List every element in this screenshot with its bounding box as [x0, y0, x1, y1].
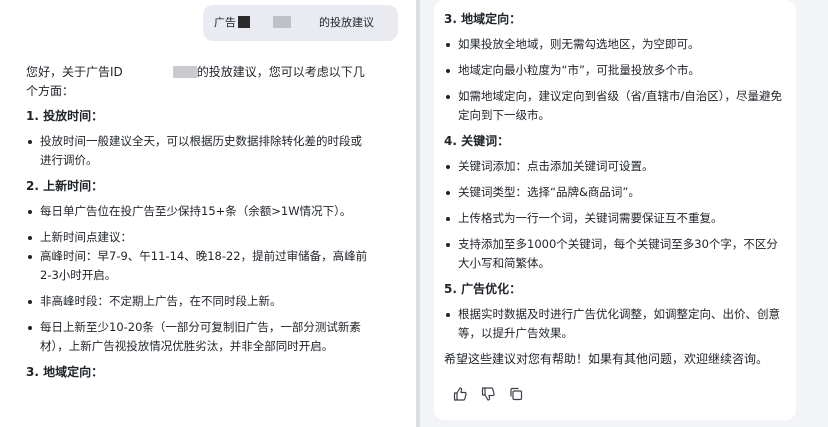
user-message-bubble: 广告 的投放建议 — [203, 5, 398, 41]
list-item: 上新时间点建议： — [26, 228, 370, 247]
list-item: 每日上新至少10-20条（一部分可复制旧广告，一部分测试新素材），上新广告视投放… — [26, 318, 370, 356]
section-heading: 5. 广告优化： — [444, 282, 522, 296]
section-heading: 4. 关键词： — [444, 134, 510, 148]
copy-icon[interactable] — [508, 386, 524, 402]
reply-intro: 您好，关于广告ID 的投放建议，您可以考虑以下几个方面： — [26, 63, 370, 101]
section-heading: 3. 地域定向： — [26, 365, 104, 379]
section-heading: 2. 上新时间： — [26, 179, 104, 193]
list-item: 投放时间一般建议全天，可以根据历史数据排除转化差的时段或进行调价。 — [26, 132, 370, 170]
bullet-list: 如果投放全地域，则无需勾选地区，为空即可。 地域定向最小粒度为“市”，可批量投放… — [444, 35, 786, 125]
left-chat-pane: 广告 的投放建议 您好，关于广告ID 的投放建议，您可以考虑以下几个方面： 1. 投… — [0, 0, 416, 427]
assistant-reply-card-continued: 3. 地域定向： 如果投放全地域，则无需勾选地区，为空即可。 地域定向最小粒度为… — [434, 0, 796, 420]
list-item: 关键词类型：选择“品牌&商品词”。 — [444, 183, 786, 202]
list-item: 地域定向最小粒度为“市”，可批量投放多个市。 — [444, 61, 786, 80]
bullet-list: 根据实时数据及时进行广告优化调整，如调整定向、出价、创意等，以提升广告效果。 — [444, 305, 786, 343]
user-message-prefix: 广告 — [214, 16, 236, 29]
redaction-mask — [238, 16, 250, 28]
list-item: 高峰时间：早7-9、午11-14、晚18-22，提前过审储备，高峰前2-3小时开… — [26, 247, 370, 285]
bullet-list: 每日单广告位在投广告至少保持15+条（余额>1W情况下）。 上新时间点建议： 高… — [26, 202, 370, 356]
list-item: 根据实时数据及时进行广告优化调整，如调整定向、出价、创意等，以提升广告效果。 — [444, 305, 786, 343]
closing-text: 希望这些建议对您有帮助！如果有其他问题，欢迎继续咨询。 — [444, 352, 769, 366]
redaction-mask — [172, 66, 197, 78]
bullet-list: 投放时间一般建议全天，可以根据历史数据排除转化差的时段或进行调价。 — [26, 132, 370, 170]
redaction-mask — [273, 16, 291, 28]
message-actions — [452, 386, 524, 402]
list-item: 如需地域定向，建议定向到省级（省/直辖市/自治区），尽量避免定向到下一级市。 — [444, 87, 786, 125]
thumbs-down-icon[interactable] — [480, 386, 496, 402]
list-item: 上传格式为一行一个词，关键词需要保证互不重复。 — [444, 209, 786, 228]
bullet-list: 关键词添加：点击添加关键词可设置。 关键词类型：选择“品牌&商品词”。 上传格式… — [444, 157, 786, 273]
list-item: 如果投放全地域，则无需勾选地区，为空即可。 — [444, 35, 786, 54]
user-message-suffix: 的投放建议 — [319, 16, 374, 29]
list-item: 非高峰时段：不定期上广告，在不同时段上新。 — [26, 292, 370, 311]
intro-text: 您好，关于广告ID — [26, 65, 123, 79]
list-item: 每日单广告位在投广告至少保持15+条（余额>1W情况下）。 — [26, 202, 370, 221]
thumbs-up-icon[interactable] — [452, 386, 468, 402]
list-item: 关键词添加：点击添加关键词可设置。 — [444, 157, 786, 176]
section-heading: 3. 地域定向： — [444, 12, 522, 26]
section-heading: 1. 投放时间： — [26, 109, 104, 123]
list-item: 支持添加至多1000个关键词，每个关键词至多30个字，不区分大小写和简繁体。 — [444, 235, 786, 273]
assistant-reply-card: 您好，关于广告ID 的投放建议，您可以考虑以下几个方面： 1. 投放时间： 投放时… — [16, 54, 380, 427]
